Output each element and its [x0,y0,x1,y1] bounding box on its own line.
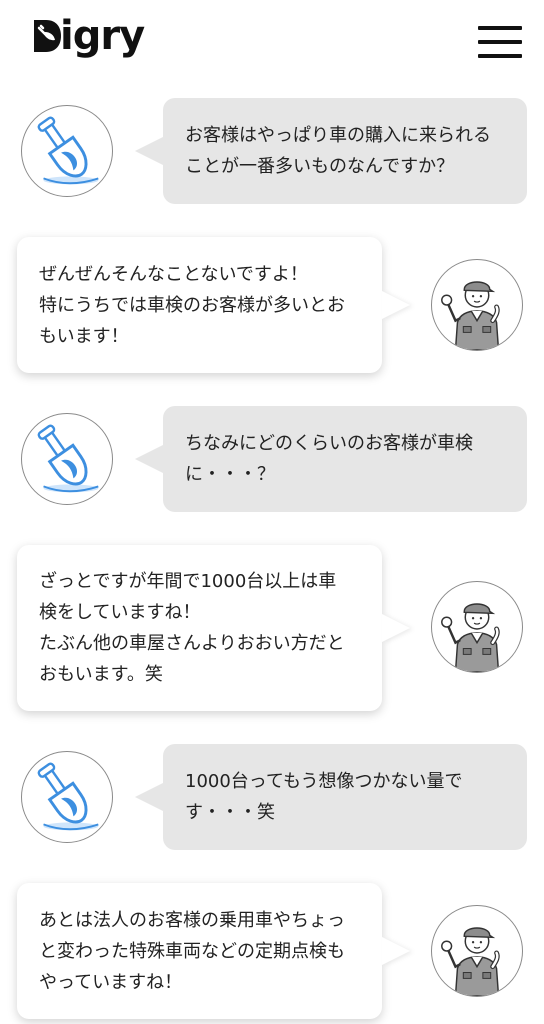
chat-message-text: ぜんぜんそんなことないですよ！ 特にうちでは車検のお客様が多いとお もいます！ [39,263,345,347]
chat-bubble: ざっとですが年間で1000台以上は車 検をしていますね！ たぶん他の車屋さんより… [17,545,382,711]
menu-bar [478,40,522,44]
mechanic-avatar-icon [431,905,523,997]
shovel-d-logo-icon [34,20,61,52]
chat-message-interviewer: ちなみにどのくらいのお客様が車検 に・・・？ [0,406,544,512]
chat-message-text: ざっとですが年間で1000台以上は車 検をしていますね！ たぶん他の車屋さんより… [39,571,345,685]
chat-message-mechanic: あとは法人のお客様の乗用車やちょっ と変わった特殊車両などの定期点検も やってい… [0,883,544,1019]
chat-message-mechanic: ぜんぜんそんなことないですよ！ 特にうちでは車検のお客様が多いとお もいます！ [0,237,544,373]
chat-message-text: 1000台ってもう想像つかない量で す・・・笑 [185,771,463,823]
chat-bubble: ちなみにどのくらいのお客様が車検 に・・・？ [135,406,527,512]
chat-message-text: あとは法人のお客様の乗用車やちょっ と変わった特殊車両などの定期点検も やってい… [39,909,345,993]
shovel-avatar-icon [21,751,113,843]
shovel-avatar-icon [21,105,113,197]
chat-bubble: あとは法人のお客様の乗用車やちょっ と変わった特殊車両などの定期点検も やってい… [17,883,382,1019]
site-logo[interactable]: igry [30,13,145,59]
chat-message-text: お客様はやっぱり車の購入に来られる ことが一番多いものなんですか？ [185,125,491,177]
site-header: igry [0,0,544,88]
mechanic-avatar-icon [431,581,523,673]
chat-bubble: 1000台ってもう想像つかない量で す・・・笑 [135,744,527,850]
logo-text: igry [60,13,145,59]
chat-message-interviewer: 1000台ってもう想像つかない量で す・・・笑 [0,744,544,850]
chat-message-interviewer: お客様はやっぱり車の購入に来られる ことが一番多いものなんですか？ [0,98,544,204]
hamburger-menu-button[interactable] [478,24,524,62]
menu-bar [478,54,522,58]
chat-message-text: ちなみにどのくらいのお客様が車検 に・・・？ [185,433,473,485]
chat-message-mechanic: ざっとですが年間で1000台以上は車 検をしていますね！ たぶん他の車屋さんより… [0,545,544,711]
chat-bubble: お客様はやっぱり車の購入に来られる ことが一番多いものなんですか？ [135,98,527,204]
chat-bubble: ぜんぜんそんなことないですよ！ 特にうちでは車検のお客様が多いとお もいます！ [17,237,382,373]
shovel-avatar-icon [21,413,113,505]
menu-bar [478,26,522,30]
mechanic-avatar-icon [431,259,523,351]
